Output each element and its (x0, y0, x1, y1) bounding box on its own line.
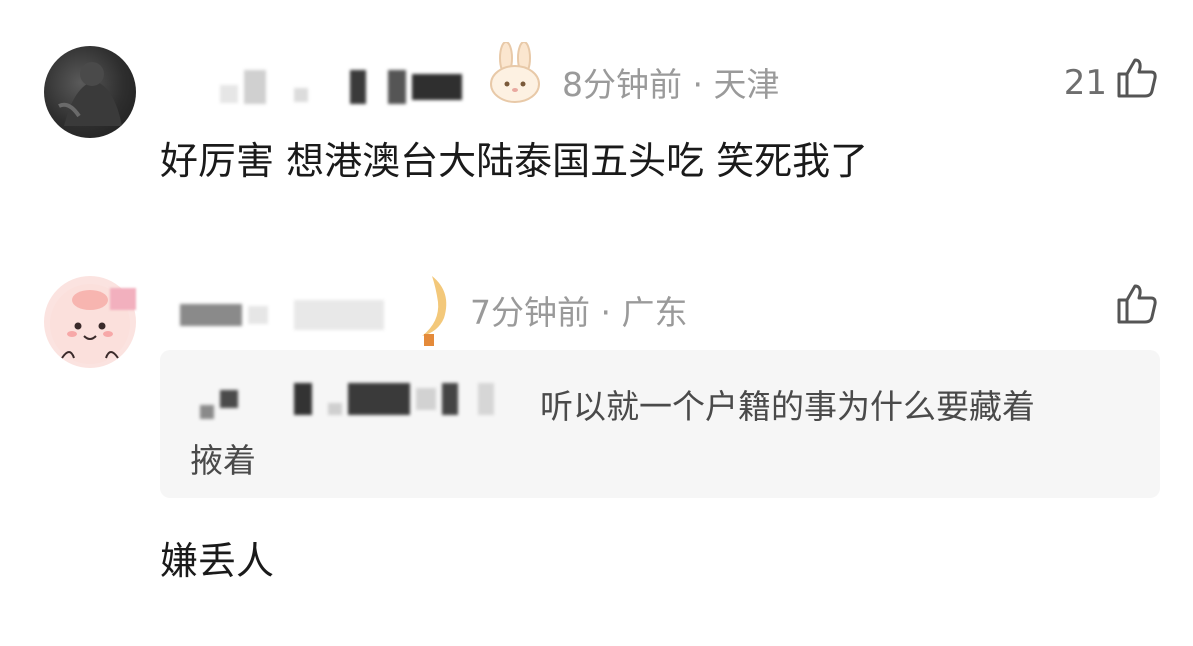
comment-text: 好厉害 想港澳台大陆泰国五头吃 笑死我了 (160, 139, 869, 183)
quoted-comment[interactable]: 听以就一个户籍的事为什么要藏着 掖着 (160, 350, 1160, 498)
pink-bow-decoration (110, 288, 136, 310)
quoted-text-line1: 听以就一个户籍的事为什么要藏着 (540, 387, 1035, 426)
comment-time-location: 8分钟前 · 天津 (562, 65, 780, 104)
username-redacted[interactable] (220, 70, 468, 104)
comment-time-location: 7分钟前 · 广东 (470, 293, 688, 332)
quoted-text-line2: 掖着 (190, 441, 256, 480)
thumbs-up-icon (1107, 282, 1159, 335)
like-count: 21 (1063, 62, 1107, 103)
comment-text: 嫌丢人 (160, 539, 275, 583)
like-button[interactable]: 21 (1064, 56, 1159, 109)
quoted-username-redacted (200, 383, 500, 419)
bunny-badge-icon (488, 41, 542, 108)
avatar[interactable] (44, 46, 136, 138)
thumbs-up-icon (1107, 56, 1159, 109)
moon-badge-icon (410, 272, 454, 356)
username-redacted[interactable] (180, 300, 390, 330)
like-button[interactable] (1107, 282, 1159, 335)
